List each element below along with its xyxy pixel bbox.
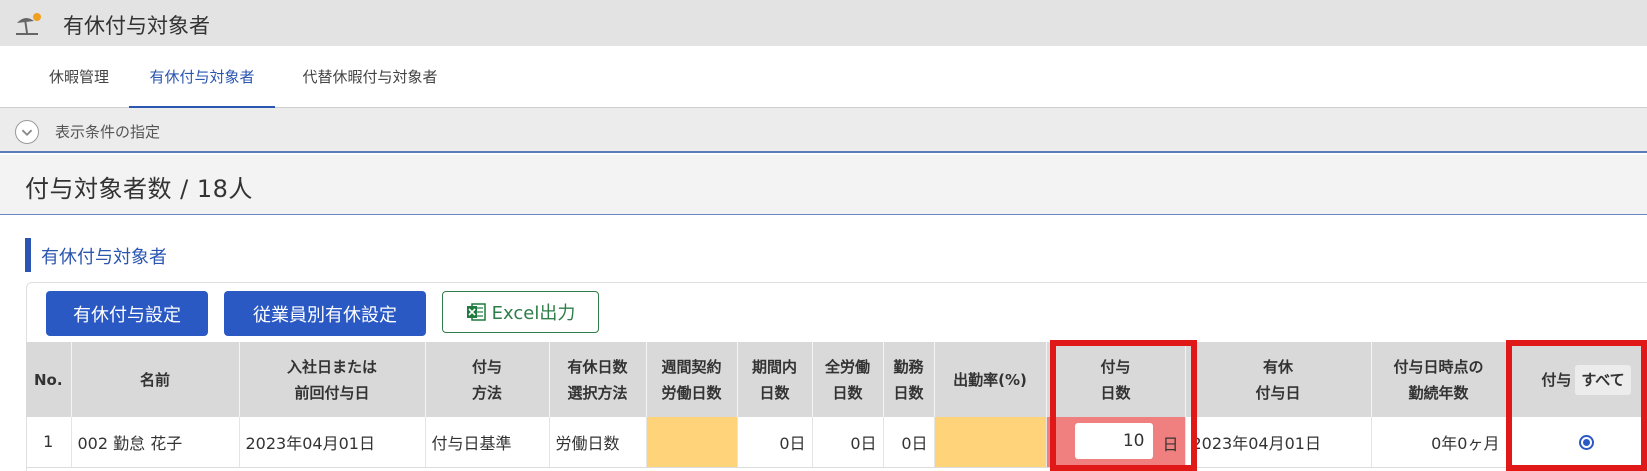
count-bar: 付与対象者数 / 18人	[0, 155, 1647, 215]
cell-days-selection: 労働日数	[549, 417, 647, 468]
col-header-weekly-days: 週間契約 労働日数	[646, 342, 738, 417]
chevron-down-icon[interactable]	[15, 120, 39, 144]
cell-period-days: 0日	[737, 417, 813, 468]
grantee-table: No. 名前 入社日または 前回付与日 付与 方法 有休日数 選択方法 週間契約 労働日…	[26, 342, 1647, 468]
app-titlebar: 有休付与対象者	[0, 0, 1647, 46]
cell-grant-days: 日	[1046, 417, 1186, 468]
paid-leave-grant-settings-button[interactable]: 有休付与設定	[46, 291, 208, 336]
col-header-tenure: 付与日時点の 勤続年数	[1371, 342, 1507, 417]
grantee-count: 付与対象者数 / 18人	[25, 175, 253, 203]
col-header-days-selection: 有休日数 選択方法	[549, 342, 647, 417]
col-header-grant-date: 有休 付与日	[1185, 342, 1372, 417]
cell-hire-date: 2023年04月01日	[239, 417, 426, 468]
tab-paid-leave-grantees[interactable]: 有休付与対象者	[129, 46, 275, 108]
section-title: 有休付与対象者	[41, 247, 167, 268]
col-header-no: No.	[26, 342, 72, 417]
tab-leave-management[interactable]: 休暇管理	[30, 46, 128, 108]
col-header-work-days: 勤務 日数	[883, 342, 935, 417]
cell-grant-date: 2023年04月01日	[1185, 417, 1372, 468]
col-header-hire-date: 入社日または 前回付与日	[239, 342, 426, 417]
cell-full-work-days: 0日	[812, 417, 884, 468]
cell-grant	[1506, 417, 1647, 468]
grant-days-input[interactable]	[1074, 423, 1153, 459]
excel-export-label: Excel出力	[491, 303, 576, 324]
grant-days-unit: 日	[1162, 435, 1179, 454]
excel-export-button[interactable]: Excel出力	[442, 291, 599, 333]
cell-name: 002 勤怠 花子	[71, 417, 240, 468]
section-marker	[25, 238, 31, 272]
col-header-full-work-days: 全労働 日数	[812, 342, 884, 417]
cell-tenure: 0年0ヶ月	[1371, 417, 1507, 468]
table-row[interactable]: 1 002 勤怠 花子 2023年04月01日 付与日基準 労働日数 0日 0日…	[26, 417, 1647, 468]
per-employee-leave-settings-button[interactable]: 従業員別有休設定	[224, 291, 426, 336]
cell-no: 1	[26, 417, 72, 468]
cell-weekly-days	[646, 417, 738, 468]
col-header-period-days: 期間内 日数	[737, 342, 813, 417]
col-header-attendance-rate: 出勤率(%)	[934, 342, 1047, 417]
grant-radio[interactable]	[1578, 435, 1594, 451]
filter-label[interactable]: 表示条件の指定	[55, 121, 160, 142]
filter-toggle-bar[interactable]: 表示条件の指定	[0, 108, 1647, 153]
beach-umbrella-icon	[16, 13, 41, 35]
cell-work-days: 0日	[883, 417, 935, 468]
tab-bar: 休暇管理 有休付与対象者 代替休暇付与対象者	[0, 46, 1647, 108]
table-header-row: No. 名前 入社日または 前回付与日 付与 方法 有休日数 選択方法 週間契約 労働日…	[26, 342, 1647, 417]
excel-icon	[466, 303, 486, 321]
col-header-method: 付与 方法	[425, 342, 550, 417]
col-header-name: 名前	[71, 342, 240, 417]
cell-method: 付与日基準	[425, 417, 550, 468]
col-header-grant: 付与 すべて	[1506, 342, 1647, 417]
tab-substitute-leave-grantees[interactable]: 代替休暇付与対象者	[284, 46, 456, 108]
col-header-grant-days: 付与 日数	[1046, 342, 1186, 417]
app-title: 有休付与対象者	[63, 14, 210, 38]
cell-attendance-rate	[934, 417, 1047, 468]
select-all-button[interactable]: すべて	[1575, 364, 1631, 395]
